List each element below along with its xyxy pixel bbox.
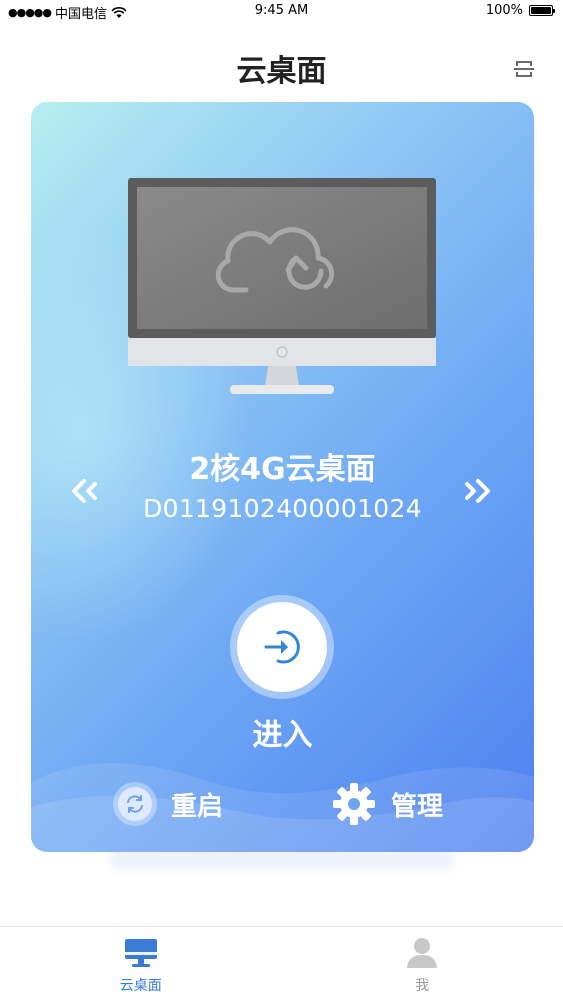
person-icon (407, 938, 438, 968)
enter-button[interactable] (237, 602, 327, 692)
desktop-name: 2核4G云桌面 (189, 452, 376, 487)
enter-button-ring (230, 595, 334, 699)
scan-icon[interactable] (513, 58, 535, 80)
desktop-card: 2核4G云桌面 D0119102400001024 进入 重启 管理 (31, 102, 534, 852)
desktop-id: D0119102400001024 (143, 494, 422, 523)
enter-icon (264, 630, 300, 664)
tab-label-cloud-desktop: 云桌面 (119, 978, 162, 994)
manage-button[interactable]: 管理 (331, 782, 443, 826)
tab-cloud-desktop[interactable]: 云桌面 (0, 927, 282, 1000)
refresh-icon (127, 795, 143, 813)
restart-icon (113, 782, 157, 826)
tab-label-me: 我 (415, 978, 430, 994)
battery-icon (529, 5, 555, 16)
enter-label[interactable]: 进入 (31, 710, 534, 754)
desktop-icon (124, 939, 157, 967)
status-time: 9:45 AM (254, 3, 309, 18)
status-bar: ●●●●● 中国电信 9:45 AM 100% (0, 0, 563, 22)
status-right: 100% (485, 3, 555, 18)
monitor-illustration (128, 178, 436, 394)
restart-label: 重启 (171, 791, 224, 822)
gear-icon (333, 783, 375, 825)
battery-percent: 100% (485, 3, 523, 18)
page-title: 云桌面 (236, 54, 327, 89)
nav-header: 云桌面 (0, 40, 563, 90)
manage-label: 管理 (391, 791, 444, 822)
restart-button[interactable]: 重启 (113, 782, 223, 826)
tab-bar: 云桌面 我 (0, 926, 563, 1000)
tab-me[interactable]: 我 (282, 927, 563, 1000)
